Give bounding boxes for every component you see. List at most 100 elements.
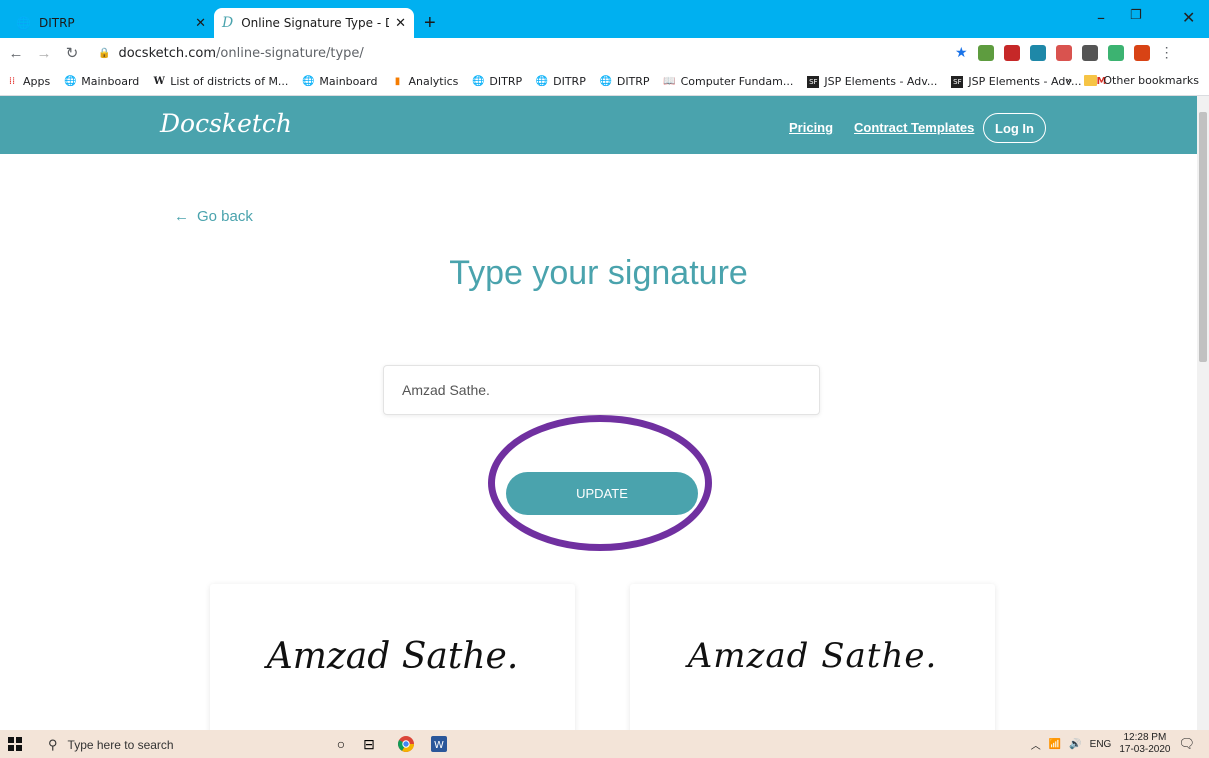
address-bar-row: ← → ↻ 🔒 docsketch.com /online-signature/… (0, 38, 1209, 68)
folder-icon (1084, 75, 1098, 86)
url-bar[interactable]: 🔒 docsketch.com /online-signature/type/ (98, 42, 978, 64)
globe-icon: 🌐 (535, 76, 549, 87)
system-tray: ︿ 📶 🔊 ENG 12:28 PM 17-03-2020 🗨 (1031, 732, 1195, 756)
browser-tab-strip: 🌐 DITRP ✕ D Online Signature Type - Docs… (0, 0, 1209, 38)
apps-grid-icon: ⁞⁞ (8, 76, 16, 87)
language-indicator[interactable]: ENG (1090, 739, 1112, 750)
bookmark-label: Mainboard (81, 75, 140, 88)
docsketch-logo[interactable]: Docsketch (160, 109, 292, 138)
bookmark-item[interactable]: 🌐 Mainboard (64, 75, 139, 88)
chevron-up-icon[interactable]: ︿ (1031, 737, 1041, 752)
bookmarks-overflow-button[interactable]: » (1066, 74, 1073, 87)
go-back-link[interactable]: ← Go back (174, 208, 253, 225)
login-button[interactable]: Log In (983, 113, 1046, 143)
bookmark-label: DITRP (553, 75, 586, 88)
minimize-icon[interactable]: – (1097, 8, 1105, 27)
extension-icon[interactable] (1081, 44, 1098, 61)
bookmarks-right: » Other bookmarks (1066, 74, 1199, 87)
pricing-link[interactable]: Pricing (789, 120, 833, 135)
bookmark-label: Apps (23, 75, 51, 88)
bookmark-label: List of districts of M... (170, 75, 289, 88)
bookmark-item[interactable]: 🌐 DITRP (472, 75, 522, 88)
bookmark-item[interactable]: 📖 Computer Fundam... (663, 75, 794, 88)
pdf-extension-icon[interactable] (1055, 44, 1072, 61)
tab-docsketch[interactable]: D Online Signature Type - Docsketc ✕ (214, 8, 414, 38)
globe-icon: 🌐 (599, 76, 613, 87)
restore-icon[interactable]: ❐ (1130, 8, 1142, 23)
new-tab-button[interactable]: + (424, 12, 436, 35)
bookmark-label: Analytics (408, 75, 459, 88)
signature-input[interactable] (383, 365, 820, 415)
globe-icon: 🌐 (302, 76, 315, 87)
windows-taskbar: ⚲ Type here to search ○ ⊟ W ︿ 📶 🔊 ENG 12… (0, 730, 1209, 758)
extension-icons: ★ ⋮ (955, 44, 1174, 61)
bookmark-apps[interactable]: ⁞⁞ Apps (6, 75, 50, 88)
url-domain: docsketch.com (118, 45, 217, 61)
globe-icon: 🌐 (64, 76, 77, 87)
docsketch-favicon-icon: D (222, 15, 234, 31)
update-button[interactable]: UPDATE (506, 472, 698, 515)
lock-icon: 🔒 (98, 47, 111, 59)
word-icon[interactable]: W (430, 735, 448, 753)
task-view-icon[interactable]: ⊟ (360, 735, 378, 753)
signature-preview-card[interactable]: Amzad Sathe. (210, 584, 575, 730)
url-path: /online-signature/type/ (216, 45, 364, 61)
bookmark-label: DITRP (489, 75, 523, 88)
arrow-left-icon: ← (174, 208, 189, 225)
extension-icon[interactable] (1029, 44, 1046, 61)
extension-icon[interactable] (977, 44, 994, 61)
menu-kebab-icon[interactable]: ⋮ (1160, 44, 1174, 61)
signature-preview-card[interactable]: Amzad Sathe. (630, 584, 995, 730)
bookmark-item[interactable]: SF JSP Elements - Adv... (951, 75, 1081, 88)
network-icon[interactable]: 📶 (1049, 739, 1061, 750)
clock-date: 17-03-2020 (1119, 744, 1171, 755)
bookmark-item[interactable]: W List of districts of M... (153, 75, 289, 88)
other-bookmarks[interactable]: Other bookmarks (1103, 74, 1199, 87)
page-scrollbar[interactable] (1197, 96, 1209, 730)
close-icon[interactable]: ✕ (395, 16, 406, 31)
contract-templates-link[interactable]: Contract Templates (854, 120, 974, 135)
globe-icon: 🌐 (472, 76, 485, 87)
whatsapp-extension-icon[interactable] (1107, 44, 1124, 61)
close-window-icon[interactable]: ✕ (1182, 8, 1195, 27)
site-header: Docsketch Pricing Contract Templates Log… (0, 96, 1197, 154)
bookmark-item[interactable]: 🌐 DITRP (600, 75, 650, 88)
chrome-icon[interactable] (397, 735, 415, 753)
tab-ditrp[interactable]: 🌐 DITRP ✕ (8, 8, 214, 38)
back-arrow-icon[interactable]: ← (4, 45, 28, 62)
cortana-icon[interactable]: ○ (332, 735, 350, 753)
bookmark-item[interactable]: 🌐 DITRP (536, 75, 586, 88)
tab-title: DITRP (38, 16, 75, 30)
bookmark-item[interactable]: ▮ Analytics (391, 75, 459, 88)
clock[interactable]: 12:28 PM 17-03-2020 (1119, 732, 1170, 756)
go-back-label: Go back (197, 208, 253, 225)
sf-icon: SF (807, 75, 820, 88)
forward-arrow-icon[interactable]: → (32, 45, 56, 62)
bookmarks-bar: ⁞⁞ Apps 🌐 Mainboard W List of districts of … (0, 68, 1209, 96)
bookmark-label: Mainboard (319, 75, 378, 88)
tab-title: Online Signature Type - Docsketc (241, 16, 389, 30)
bookmark-item[interactable]: 🌐 Mainboard (302, 75, 377, 88)
svg-text:W: W (434, 740, 444, 751)
search-icon: ⚲ (48, 737, 58, 752)
bookmark-label: DITRP (616, 75, 650, 88)
volume-icon[interactable]: 🔊 (1069, 739, 1081, 750)
signature-preview-text: Amzad Sathe. (687, 636, 938, 676)
taskbar-search[interactable]: ⚲ Type here to search (40, 733, 312, 757)
book-icon: 📖 (663, 76, 676, 87)
bookmark-item[interactable]: SF JSP Elements - Adv... (807, 75, 937, 88)
signature-preview-text: Amzad Sathe. (266, 636, 519, 677)
bookmark-label: JSP Elements - Adv... (824, 75, 938, 88)
extension-icon[interactable] (1003, 44, 1020, 61)
reload-icon[interactable]: ↻ (60, 44, 84, 62)
bookmark-label: Computer Fundam... (680, 75, 794, 88)
extension-icon[interactable] (1133, 44, 1150, 61)
close-icon[interactable]: ✕ (195, 16, 206, 31)
star-bookmark-icon[interactable]: ★ (955, 44, 968, 61)
windows-start-icon[interactable] (0, 730, 30, 758)
sf-icon: SF (951, 75, 964, 88)
scrollbar-thumb[interactable] (1199, 112, 1207, 362)
page-viewport: Docsketch Pricing Contract Templates Log… (0, 96, 1197, 730)
notification-icon[interactable]: 🗨 (1178, 736, 1195, 752)
page-title: Type your signature (449, 254, 748, 292)
